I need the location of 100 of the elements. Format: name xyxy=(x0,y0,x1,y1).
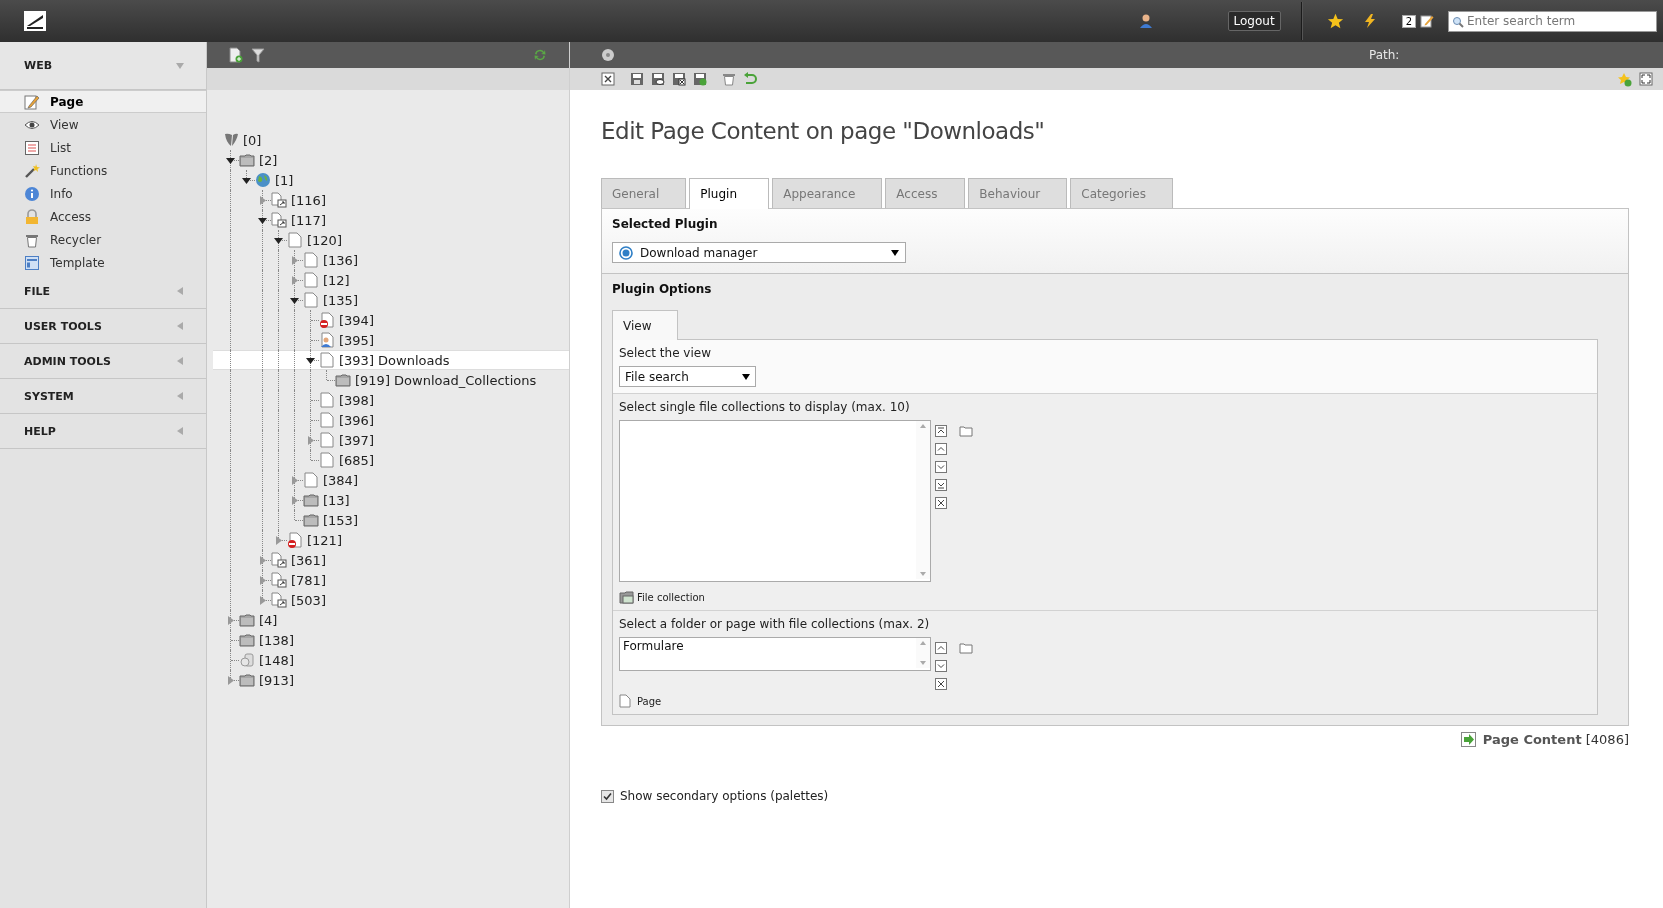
tree-node-label[interactable]: [1] xyxy=(275,172,294,188)
tree-node-label[interactable]: [13] xyxy=(323,492,350,508)
remove-icon[interactable] xyxy=(935,497,947,509)
user-page-icon[interactable] xyxy=(319,332,335,348)
tree-node-label[interactable]: [398] xyxy=(339,392,374,408)
page-shortcut-icon[interactable] xyxy=(271,572,287,588)
folder-icon[interactable] xyxy=(959,642,973,654)
tree-node-label[interactable]: [116] xyxy=(291,192,326,208)
tree-node-label[interactable]: [138] xyxy=(259,632,294,648)
page-icon[interactable] xyxy=(319,412,335,428)
module-item[interactable]: Info xyxy=(0,182,206,205)
save-and-new-icon[interactable] xyxy=(693,72,707,86)
folder-icon[interactable] xyxy=(335,372,351,388)
collapse-arrow-icon[interactable] xyxy=(274,236,283,245)
tree-node-label[interactable]: [0] xyxy=(243,132,262,148)
tree-node-label[interactable]: [153] xyxy=(323,512,358,528)
checkbox[interactable] xyxy=(601,789,614,803)
expand-arrow-icon[interactable] xyxy=(290,476,299,485)
expand-arrow-icon[interactable] xyxy=(258,556,267,565)
move-up-icon[interactable] xyxy=(935,642,947,654)
filter-icon[interactable] xyxy=(251,47,265,63)
hidden-page-icon[interactable] xyxy=(287,532,303,548)
tree-node-label[interactable]: [4] xyxy=(259,612,278,628)
logo-icon[interactable] xyxy=(24,11,46,31)
close-icon[interactable] xyxy=(601,72,615,86)
edit-icon[interactable] xyxy=(1420,14,1434,28)
tree-node-label[interactable]: [394] xyxy=(339,312,374,328)
folder-icon[interactable] xyxy=(303,512,319,528)
collapse-arrow-icon[interactable] xyxy=(306,356,315,365)
save-and-close-icon[interactable] xyxy=(672,72,686,86)
module-group-header[interactable]: SYSTEM xyxy=(0,379,206,414)
star-icon[interactable] xyxy=(1326,13,1344,29)
expand-arrow-icon[interactable] xyxy=(274,536,283,545)
folder-icon[interactable] xyxy=(239,612,255,628)
undo-icon[interactable] xyxy=(743,72,757,86)
page-icon[interactable] xyxy=(303,252,319,268)
module-item[interactable]: View xyxy=(0,113,206,136)
expand-arrow-icon[interactable] xyxy=(226,676,235,685)
move-up-icon[interactable] xyxy=(935,443,947,455)
save-icon[interactable] xyxy=(630,72,644,86)
refresh-icon[interactable] xyxy=(533,48,547,62)
tree-node-label[interactable]: [136] xyxy=(323,252,358,268)
root-icon[interactable] xyxy=(223,132,239,148)
tree-node-label[interactable]: [503] xyxy=(291,592,326,608)
tree-node-label[interactable]: [148] xyxy=(259,652,294,668)
bookmark-add-icon[interactable] xyxy=(1617,71,1632,87)
page-icon[interactable] xyxy=(319,432,335,448)
collapse-arrow-icon[interactable] xyxy=(290,296,299,305)
tree-node-label[interactable]: [919] Download_Collections xyxy=(355,372,537,388)
list-option[interactable]: Formulare xyxy=(623,639,913,653)
move-down-icon[interactable] xyxy=(935,461,947,473)
hidden-page-icon[interactable] xyxy=(319,312,335,328)
module-group-header[interactable]: FILE xyxy=(0,274,206,309)
user-icon[interactable] xyxy=(1137,13,1154,29)
module-group-header[interactable]: HELP xyxy=(0,414,206,449)
tree-node-label[interactable]: [384] xyxy=(323,472,358,488)
tree-node-label[interactable]: [12] xyxy=(323,272,350,288)
page-icon[interactable] xyxy=(303,272,319,288)
module-item[interactable]: Functions xyxy=(0,159,206,182)
tree-node-label[interactable]: [121] xyxy=(307,532,342,548)
page-shortcut-icon[interactable] xyxy=(271,212,287,228)
tree-node-label[interactable]: [395] xyxy=(339,332,374,348)
expand-arrow-icon[interactable] xyxy=(306,436,315,445)
tree-node-label[interactable]: [913] xyxy=(259,672,294,688)
move-down-icon[interactable] xyxy=(935,660,947,672)
expand-arrow-icon[interactable] xyxy=(258,196,267,205)
move-bottom-icon[interactable] xyxy=(935,479,947,491)
collapse-arrow-icon[interactable] xyxy=(226,156,235,165)
tree-node-label[interactable]: [135] xyxy=(323,292,358,308)
tree-node-label[interactable]: [781] xyxy=(291,572,326,588)
folder-icon[interactable] xyxy=(959,425,973,437)
tab[interactable]: View xyxy=(612,310,679,340)
collapse-arrow-icon[interactable] xyxy=(242,176,251,185)
module-item[interactable]: Access xyxy=(0,205,206,228)
logout-button[interactable]: Logout xyxy=(1227,11,1281,31)
list-box[interactable]: Formulare xyxy=(619,637,931,671)
page-icon[interactable] xyxy=(303,472,319,488)
expand-arrow-icon[interactable] xyxy=(258,576,267,585)
new-page-icon[interactable] xyxy=(229,47,243,63)
fullscreen-icon[interactable] xyxy=(1639,72,1653,86)
plugin-select[interactable]: Download manager xyxy=(612,242,906,263)
search-field[interactable]: Enter search term xyxy=(1448,10,1657,32)
expand-arrow-icon[interactable] xyxy=(226,616,235,625)
module-item[interactable]: Page xyxy=(0,90,206,113)
delete-icon[interactable] xyxy=(722,72,736,86)
folder-icon[interactable] xyxy=(239,152,255,168)
module-group-header[interactable]: ADMIN TOOLS xyxy=(0,344,206,379)
selected-tree-row[interactable]: [393] Downloads xyxy=(213,350,569,370)
expand-arrow-icon[interactable] xyxy=(290,276,299,285)
tree-node-label[interactable]: [397] xyxy=(339,432,374,448)
storage-icon[interactable] xyxy=(239,652,255,668)
page-icon[interactable] xyxy=(319,392,335,408)
tree-node-label[interactable]: [361] xyxy=(291,552,326,568)
expand-arrow-icon[interactable] xyxy=(290,496,299,505)
module-item[interactable]: Template xyxy=(0,251,206,274)
tree-node-label[interactable]: [685] xyxy=(339,452,374,468)
tree-node-label[interactable]: [117] xyxy=(291,212,326,228)
folder-icon[interactable] xyxy=(303,492,319,508)
tree-node-label[interactable]: [393] Downloads xyxy=(339,352,450,368)
expand-arrow-icon[interactable] xyxy=(290,256,299,265)
